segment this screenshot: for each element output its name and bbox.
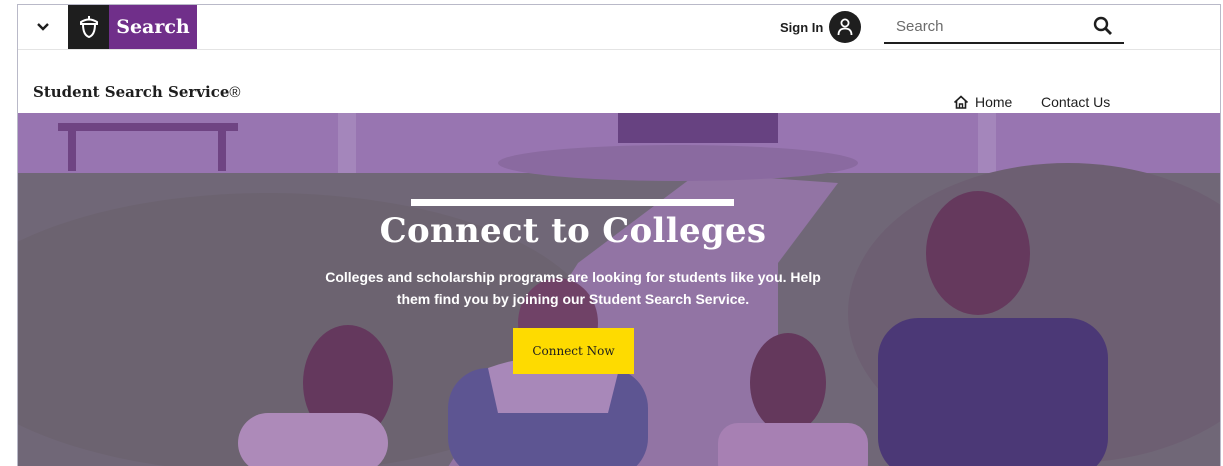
acorn-icon <box>79 16 98 39</box>
site-title[interactable]: Student Search Service® <box>33 83 240 101</box>
nav-contact-label: Contact Us <box>1041 94 1111 110</box>
site-nav: Student Search Service® Home Contact Us <box>18 49 1220 115</box>
menu-toggle-button[interactable] <box>18 5 68 49</box>
sign-in-label: Sign In <box>780 19 824 35</box>
home-icon <box>953 95 969 109</box>
user-icon <box>837 18 853 36</box>
college-board-logo[interactable] <box>68 5 109 49</box>
connect-now-button[interactable]: Connect Now <box>513 328 634 374</box>
registered-mark: ® <box>229 84 241 101</box>
brand-label: Search <box>116 16 190 38</box>
site-title-text: Student Search Service <box>33 83 230 101</box>
nav-item-home[interactable]: Home <box>953 94 1013 115</box>
chevron-down-icon <box>37 23 49 31</box>
search-brand-link[interactable]: Search <box>109 5 197 49</box>
search-box <box>884 11 1124 44</box>
hero-banner: Connect to Colleges Colleges and scholar… <box>18 113 1220 466</box>
nav-item-contact-us[interactable]: Contact Us <box>1041 94 1110 110</box>
sign-in-button[interactable]: Sign In <box>780 11 862 43</box>
hero-accent-rule <box>411 199 734 206</box>
search-input[interactable] <box>896 13 1076 39</box>
browser-frame: Search Sign In Student Search S <box>17 4 1221 466</box>
avatar <box>829 11 862 43</box>
hero-description: Colleges and scholarship programs are lo… <box>325 269 821 307</box>
hero-title: Connect to Colleges <box>379 211 767 251</box>
global-header: Search Sign In <box>18 5 1220 49</box>
search-submit-button[interactable] <box>1090 13 1116 39</box>
search-icon <box>1093 16 1112 35</box>
nav-home-label: Home <box>975 94 1013 110</box>
